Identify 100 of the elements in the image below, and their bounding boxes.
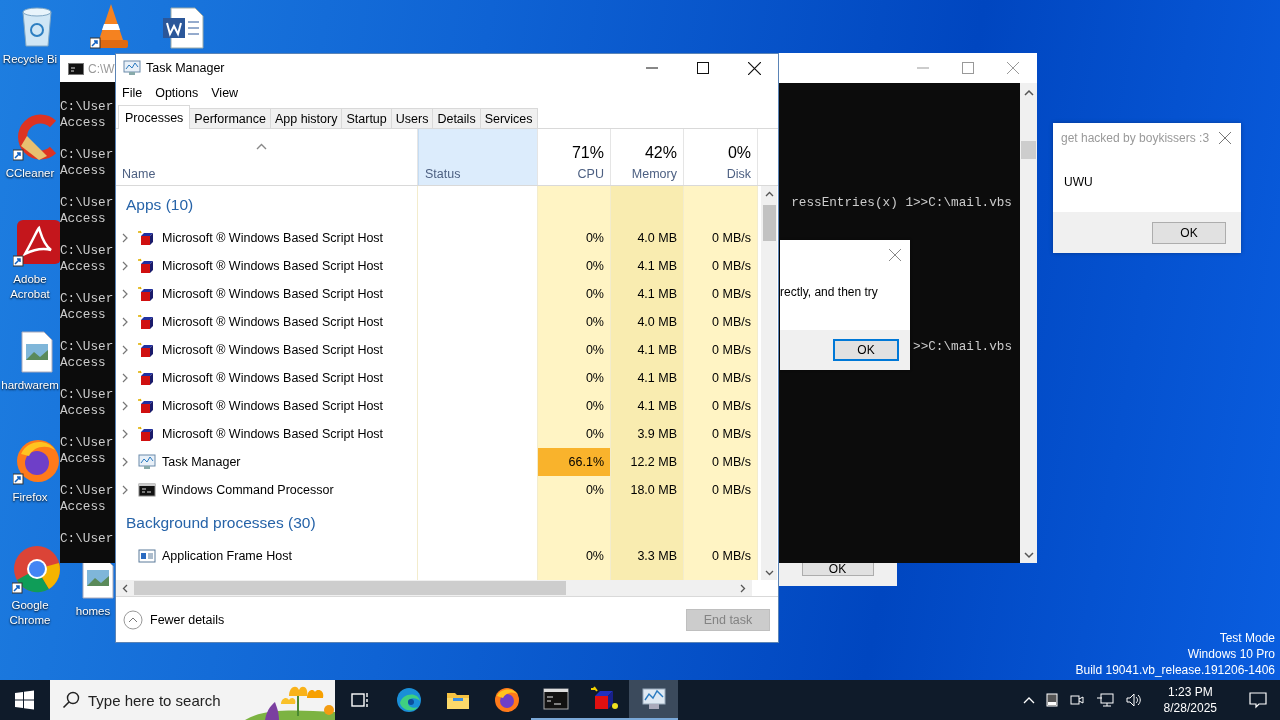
console-icon — [68, 62, 84, 75]
table-cell: 0% — [538, 336, 611, 364]
desktop-notice-text: Test Mode — [1219, 630, 1275, 646]
close-icon[interactable] — [748, 61, 761, 75]
expand-chevron-icon[interactable] — [122, 345, 129, 355]
scroll-down-icon[interactable] — [1023, 551, 1034, 559]
folder-icon[interactable] — [445, 690, 470, 710]
column-total: 42% — [644, 144, 677, 162]
tab[interactable]: Users — [390, 108, 434, 128]
table-cell: 0 MB/s — [684, 476, 758, 504]
scroll-up-icon[interactable] — [1023, 89, 1034, 97]
scroll-right-icon[interactable] — [740, 583, 746, 593]
console-line: C:\User — [60, 147, 115, 163]
tab[interactable]: App history — [269, 108, 343, 128]
notifications-icon[interactable] — [1248, 690, 1268, 710]
firefox-icon[interactable] — [493, 687, 520, 713]
window-icon — [138, 548, 156, 564]
expand-chevron-icon[interactable] — [122, 485, 129, 495]
expand-chevron-icon[interactable] — [122, 401, 129, 411]
column-header[interactable]: 71% CPU — [538, 129, 611, 185]
scroll-down-icon[interactable] — [764, 570, 774, 576]
taskbar-button[interactable] — [629, 680, 678, 720]
battery-icon[interactable] — [1045, 693, 1058, 707]
expand-chevron-icon[interactable] — [122, 317, 129, 327]
icon-label[interactable]: Firefox — [0, 490, 60, 505]
script-host-icon — [138, 230, 156, 246]
network-icon[interactable] — [1095, 692, 1114, 708]
edge-icon[interactable] — [395, 687, 422, 713]
clock-time[interactable]: 1:23 PM — [1167, 684, 1213, 700]
console-line: Access — [60, 451, 107, 467]
chevron-up-icon[interactable] — [1022, 696, 1035, 704]
menu-item[interactable]: Options — [155, 86, 199, 100]
process-name[interactable]: Application Frame Host — [162, 549, 292, 563]
expand-chevron-icon[interactable] — [122, 289, 129, 299]
script-host-icon[interactable] — [590, 686, 619, 712]
menu-item[interactable]: View — [211, 86, 239, 100]
table-cell: 0% — [538, 224, 611, 252]
camera-icon[interactable] — [1068, 692, 1085, 708]
scroll-left-icon[interactable] — [122, 583, 128, 593]
menu-item[interactable]: File — [122, 86, 143, 100]
collapse-icon[interactable] — [123, 609, 143, 630]
search-icon — [62, 691, 80, 709]
process-name[interactable]: Windows Command Processor — [162, 483, 334, 497]
task-manager-icon[interactable] — [640, 687, 667, 711]
icon-label[interactable]: Recycle Bi — [0, 52, 60, 67]
process-name[interactable]: Microsoft ® Windows Based Script Host — [162, 231, 384, 245]
table-cell: 12.2 MB — [611, 448, 684, 476]
scroll-up-icon[interactable] — [764, 191, 774, 197]
icon-label[interactable]: Adobe Acrobat — [0, 272, 60, 302]
process-name[interactable]: Microsoft ® Windows Based Script Host — [162, 315, 384, 329]
group-header[interactable]: Background processes (30) — [126, 514, 316, 532]
tab[interactable]: Processes — [118, 105, 191, 129]
console-line: Access — [60, 115, 107, 131]
scrollbar-thumb[interactable] — [762, 205, 776, 241]
volume-icon[interactable] — [1124, 692, 1143, 708]
ok-button[interactable]: OK — [1152, 221, 1226, 244]
table-cell: 0% — [538, 392, 611, 420]
icon-label[interactable]: CCleaner — [0, 166, 60, 181]
group-header[interactable]: Apps (10) — [126, 196, 194, 214]
column-header[interactable]: Status — [418, 129, 538, 185]
console-icon[interactable] — [542, 688, 569, 710]
script-host-icon — [138, 314, 156, 330]
console-line: C:\User — [60, 339, 115, 355]
task-view-icon[interactable] — [349, 691, 370, 709]
tab[interactable]: Details — [432, 108, 481, 128]
column-header[interactable]: 42% Memory — [611, 129, 684, 185]
expand-chevron-icon[interactable] — [122, 233, 129, 243]
tab[interactable]: Startup — [341, 108, 392, 128]
process-name[interactable]: Microsoft ® Windows Based Script Host — [162, 287, 384, 301]
process-name[interactable]: Microsoft ® Windows Based Script Host — [162, 427, 384, 441]
clock-date[interactable]: 8/28/2025 — [1163, 700, 1217, 716]
maximize-icon[interactable] — [697, 62, 709, 74]
expand-chevron-icon[interactable] — [122, 261, 129, 271]
process-name[interactable]: Microsoft ® Windows Based Script Host — [162, 343, 384, 357]
ok-button[interactable]: OK — [833, 339, 899, 361]
scrollbar[interactable] — [761, 186, 777, 580]
fewer-details-button[interactable]: Fewer details — [123, 609, 225, 630]
process-name[interactable]: Microsoft ® Windows Based Script Host — [162, 399, 384, 413]
expand-chevron-icon[interactable] — [122, 373, 129, 383]
table-cell: 4.1 MB — [611, 252, 684, 280]
scrollbar-thumb[interactable] — [1021, 141, 1036, 159]
expand-chevron-icon[interactable] — [122, 429, 129, 439]
console-line: Access — [60, 211, 107, 227]
process-name[interactable]: Task Manager — [162, 455, 241, 469]
process-name[interactable]: Microsoft ® Windows Based Script Host — [162, 371, 384, 385]
column-header[interactable]: 0% Disk — [684, 129, 758, 185]
search-field[interactable]: Type here to search — [50, 680, 335, 720]
icon-label[interactable]: homes — [75, 604, 111, 619]
table-cell: 0% — [538, 542, 611, 570]
scrollbar[interactable] — [1020, 83, 1037, 563]
scrollbar-thumb[interactable] — [134, 581, 566, 595]
tab[interactable]: Services — [479, 108, 538, 128]
scrollbar[interactable] — [116, 580, 752, 596]
ok-button[interactable]: OK — [801, 563, 874, 576]
process-name[interactable]: Microsoft ® Windows Based Script Host — [162, 259, 384, 273]
expand-chevron-icon[interactable] — [122, 457, 129, 467]
icon-label[interactable]: Google Chrome — [0, 598, 60, 628]
desktop-notice-text: Windows 10 Pro — [1187, 646, 1275, 662]
icon-label[interactable]: hardwarem — [0, 378, 60, 393]
tab[interactable]: Performance — [189, 108, 271, 128]
